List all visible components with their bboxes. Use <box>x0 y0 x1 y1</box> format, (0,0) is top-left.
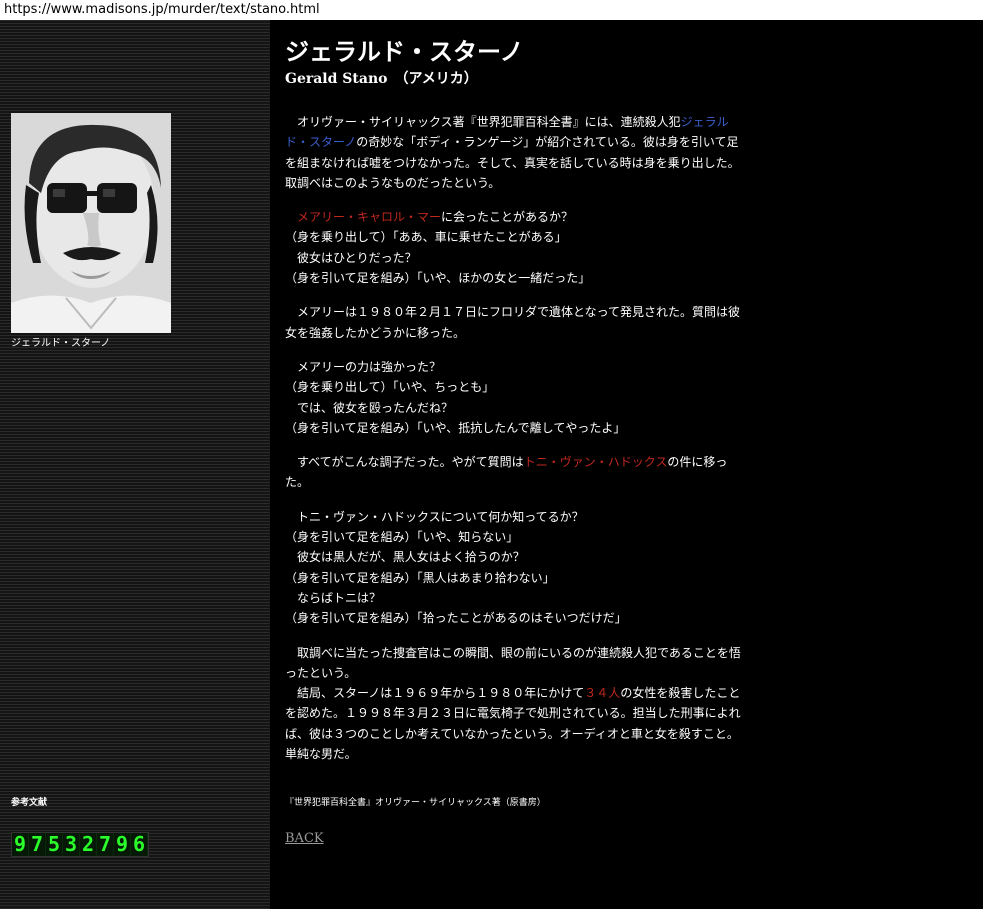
paragraph-body: メアリーは１９８０年２月１７日にフロリダで遺体となって発見された。質問は彼女を強… <box>285 305 741 340</box>
counter-digit: 5 <box>46 833 63 856</box>
page-subtitle: Gerald Stano （アメリカ） <box>285 71 478 87</box>
dialogue-line: （身を乗り出して）「ああ、車に乗せたことがある」 <box>285 230 567 245</box>
dialogue-line: トニ・ヴァン・ハドックスについて何か知ってるか？ <box>285 509 584 524</box>
paragraph-conclusion: 取調べに当たった捜査官はこの瞬間、眼の前にいるのが連続殺人犯であることを悟ったと… <box>285 643 745 765</box>
text-span: すべてがこんな調子だった。やがて質問は <box>285 455 524 470</box>
sidebar: ジェラルド・スターノ 参考文献 9 7 5 3 2 7 9 6 <box>0 20 270 909</box>
dialogue-line: （身を引いて足を組み）「いや、知らない」 <box>285 530 519 545</box>
paragraph-intro: オリヴァー・サイリャックス著『世界犯罪百科全書』には、連続殺人犯ジェラルド・スタ… <box>285 112 745 193</box>
dialogue-line: （身を引いて足を組み）「いや、ほかの女と一緒だった」 <box>285 271 591 286</box>
dialogue-line: （身を乗り出して）「いや、ちっとも」 <box>285 380 495 395</box>
back-link[interactable]: BACK <box>285 831 324 846</box>
victim-name: メアリー・キャロル・マー <box>285 210 442 225</box>
text-span: 取調べに当たった捜査官はこの瞬間、眼の前にいるのが連続殺人犯であることを悟ったと… <box>285 645 741 680</box>
dialogue-line: に会ったことがあるか？ <box>441 210 574 225</box>
dialogue-line: （身を引いて足を組み）「拾ったことがあるのはそいつだけだ」 <box>285 611 627 626</box>
dialogue-block-2: メアリーの力は強かった？ （身を乗り出して）「いや、ちっとも」 では、彼女を殴っ… <box>285 357 745 438</box>
dialogue-line: （身を引いて足を組み）「いや、抵抗したんで離してやったよ」 <box>285 420 626 435</box>
dialogue-line: では、彼女を殴ったんだね？ <box>285 400 454 415</box>
counter-digit: 7 <box>97 833 114 856</box>
paragraph-transition: すべてがこんな調子だった。やがて質問はトニ・ヴァン・ハドックスの件に移った。 <box>285 452 745 493</box>
dialogue-block-3: トニ・ヴァン・ハドックスについて何か知ってるか？ （身を引いて足を組み）「いや、… <box>285 507 745 629</box>
dialogue-line: （身を引いて足を組み）「黒人はあまり拾わない」 <box>285 570 555 585</box>
text-span: 結局、スターノは１９６９年から１９８０年にかけて <box>285 686 585 701</box>
article-body: オリヴァー・サイリャックス著『世界犯罪百科全書』には、連続殺人犯ジェラルド・スタ… <box>285 112 745 778</box>
photo-caption: ジェラルド・スターノ <box>11 338 111 349</box>
text-span: という。 <box>453 175 501 190</box>
dialogue-line: ならばトニは？ <box>285 590 382 605</box>
counter-digit: 7 <box>29 833 46 856</box>
dialogue-line: メアリーの力は強かった？ <box>285 359 442 374</box>
dialogue-block-1: メアリー・キャロル・マーに会ったことがあるか？ （身を乗り出して）「ああ、車に乗… <box>285 207 745 288</box>
portrait-photo <box>11 113 171 333</box>
reference-citation: 『世界犯罪百科全書』オリヴァー・サイリャックス著（原書房） <box>285 798 546 808</box>
text-span: オリヴァー・サイリャックス著『世界犯罪百科全書』には、連続殺人犯 <box>285 115 681 129</box>
visitor-counter: 9 7 5 3 2 7 9 6 <box>11 832 149 857</box>
dialogue-line: 彼女は黒人だが、黒人女はよく拾うのか？ <box>285 550 525 565</box>
counter-digit: 2 <box>80 833 97 856</box>
counter-digit: 9 <box>114 833 131 856</box>
references-label: 参考文献 <box>11 798 48 808</box>
counter-digit: 9 <box>12 833 29 856</box>
victim-name: トニ・ヴァン・ハドックス <box>523 455 668 470</box>
page-title: ジェラルド・スターノ <box>285 38 524 66</box>
url-bar[interactable]: https://www.madisons.jp/murder/text/stan… <box>0 0 983 20</box>
counter-digit: 3 <box>63 833 80 856</box>
victim-count: ３４人 <box>584 686 621 701</box>
dialogue-line: 彼女はひとりだった？ <box>285 250 417 265</box>
counter-digit: 6 <box>131 833 148 856</box>
